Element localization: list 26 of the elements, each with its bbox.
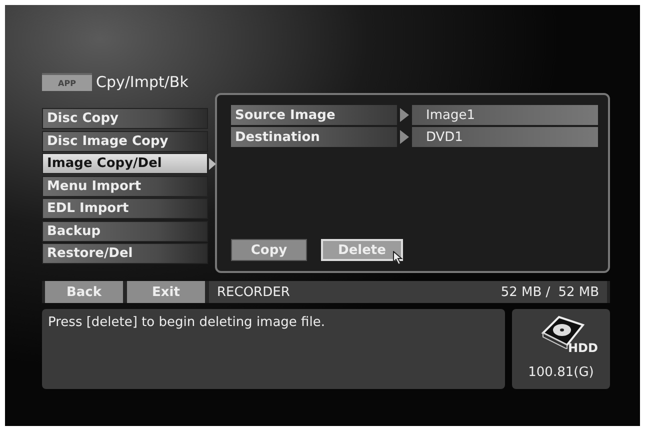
nav-button[interactable]: Exit [127, 281, 205, 303]
menu-item[interactable]: Menu Import [42, 176, 208, 196]
device-name: RECORDER [217, 284, 291, 300]
field-value[interactable]: Image1 [412, 105, 598, 125]
drive-label: HDD [568, 341, 598, 355]
menu-item[interactable]: Disc Image Copy [42, 130, 208, 152]
field-value[interactable]: DVD1 [412, 127, 598, 147]
cursor-icon [393, 251, 403, 265]
menu-item[interactable]: EDL Import [42, 198, 208, 219]
field-label: Source Image [231, 105, 397, 125]
arrow-icon [400, 108, 409, 122]
arrow-icon [400, 130, 409, 144]
menu-item[interactable]: Restore/Del [42, 243, 208, 264]
menu-item[interactable]: Backup [42, 220, 208, 242]
menu-item[interactable]: Image Copy/Del [42, 153, 208, 174]
action-button[interactable]: Copy [231, 239, 307, 261]
nav-button[interactable]: Back [45, 281, 123, 303]
field-label: Destination [231, 127, 397, 147]
app-badge: APP [42, 73, 92, 91]
total-size: 52 MB [558, 284, 599, 300]
screen-title: Cpy/Impt/Bk [96, 73, 188, 91]
drive-capacity: 100.81(G) [528, 365, 594, 380]
menu-item[interactable]: Disc Copy [42, 108, 208, 129]
pointer-icon [209, 158, 216, 170]
used-size: 52 MB / [500, 284, 550, 300]
help-message: Press [delete] to begin deleting image file. [48, 315, 326, 331]
